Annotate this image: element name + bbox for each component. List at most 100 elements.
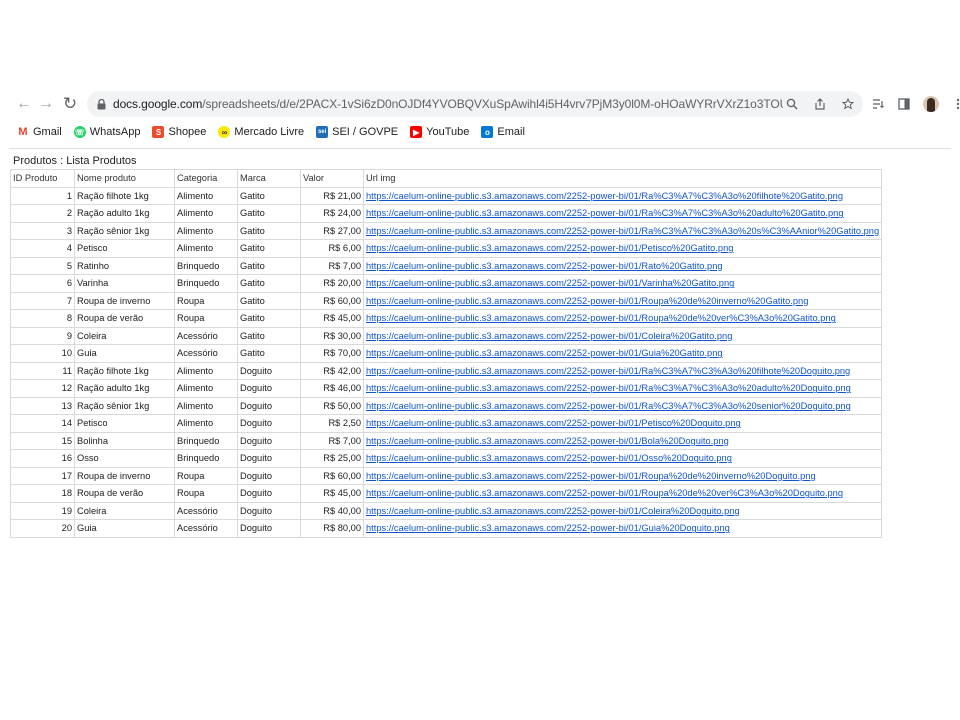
brand-cell: Doguito <box>237 519 301 538</box>
brand-cell: Doguito <box>237 379 301 398</box>
image-url-link[interactable]: https://caelum-online-public.s3.amazonaw… <box>366 348 723 358</box>
category-cell: Alimento <box>174 414 238 433</box>
name-cell: Petisco <box>74 414 175 433</box>
price-cell: R$ 21,00 <box>300 186 364 205</box>
brand-cell: Gatito <box>237 326 301 345</box>
image-url-cell[interactable]: https://caelum-online-public.s3.amazonaw… <box>362 379 883 398</box>
category-cell: Acessório <box>174 501 238 520</box>
image-url-link[interactable]: https://caelum-online-public.s3.amazonaw… <box>366 208 844 218</box>
name-cell: Coleira <box>74 326 175 345</box>
image-url-link[interactable]: https://caelum-online-public.s3.amazonaw… <box>366 296 808 306</box>
table-row: 8 Roupa de verão Roupa Gatito R$ 45,00 https:… <box>10 309 883 328</box>
category-cell: Acessório <box>174 326 238 345</box>
name-cell: Osso <box>74 449 175 468</box>
image-url-link[interactable]: https://caelum-online-public.s3.amazonaw… <box>366 278 734 288</box>
back-arrow-icon[interactable]: ← <box>13 93 35 115</box>
share-icon[interactable] <box>813 97 827 111</box>
forward-arrow-icon[interactable]: → <box>35 93 57 115</box>
image-url-cell[interactable]: https://caelum-online-public.s3.amazonaw… <box>362 361 883 380</box>
image-url-cell[interactable]: https://caelum-online-public.s3.amazonaw… <box>362 414 883 433</box>
bookmark-shopee[interactable]: S Shopee <box>152 126 206 138</box>
image-url-cell[interactable]: https://caelum-online-public.s3.amazonaw… <box>362 274 883 293</box>
bookmark-star-icon[interactable] <box>841 97 855 111</box>
image-url-link[interactable]: https://caelum-online-public.s3.amazonaw… <box>366 191 843 201</box>
bookmark-mercado-livre[interactable]: ∞ Mercado Livre <box>218 126 304 138</box>
name-cell: Roupa de verão <box>74 309 175 328</box>
price-cell: R$ 70,00 <box>300 344 364 363</box>
bookmarks-bar: M Gmail ☏ WhatsApp S Shopee ∞ Mercado Livre sei S… <box>9 120 951 144</box>
image-url-cell[interactable]: https://caelum-online-public.s3.amazonaw… <box>362 326 883 345</box>
category-cell: Alimento <box>174 379 238 398</box>
id-cell: 5 <box>10 256 75 275</box>
address-toolbar: ← → ↻ docs.google.com/spreadsheets/d/e/2… <box>9 88 960 120</box>
price-cell: R$ 45,00 <box>300 309 364 328</box>
image-url-link[interactable]: https://caelum-online-public.s3.amazonaw… <box>366 436 729 446</box>
image-url-cell[interactable]: https://caelum-online-public.s3.amazonaw… <box>362 396 883 415</box>
image-url-cell[interactable]: https://caelum-online-public.s3.amazonaw… <box>362 344 883 363</box>
image-url-link[interactable]: https://caelum-online-public.s3.amazonaw… <box>366 418 741 428</box>
lock-icon[interactable] <box>95 98 107 110</box>
table-row: 5 Ratinho Brinquedo Gatito R$ 7,00 https://ca… <box>10 256 883 275</box>
bookmark-gmail[interactable]: M Gmail <box>17 126 62 138</box>
gmail-icon: M <box>18 126 28 138</box>
table-row: 6 Varinha Brinquedo Gatito R$ 20,00 https://c… <box>10 274 883 293</box>
image-url-cell[interactable]: https://caelum-online-public.s3.amazonaw… <box>362 221 883 240</box>
image-url-link[interactable]: https://caelum-online-public.s3.amazonaw… <box>366 506 740 516</box>
image-url-link[interactable]: https://caelum-online-public.s3.amazonaw… <box>366 313 836 323</box>
image-url-cell[interactable]: https://caelum-online-public.s3.amazonaw… <box>362 239 883 258</box>
image-url-cell[interactable]: https://caelum-online-public.s3.amazonaw… <box>362 519 883 538</box>
image-url-cell[interactable]: https://caelum-online-public.s3.amazonaw… <box>362 466 883 485</box>
side-panel-icon[interactable] <box>897 97 911 111</box>
bookmark-youtube[interactable]: ▶ YouTube <box>410 126 469 138</box>
image-url-cell[interactable]: https://caelum-online-public.s3.amazonaw… <box>362 186 883 205</box>
image-url-cell[interactable]: https://caelum-online-public.s3.amazonaw… <box>362 484 883 503</box>
image-url-link[interactable]: https://caelum-online-public.s3.amazonaw… <box>366 366 850 376</box>
price-cell: R$ 25,00 <box>300 449 364 468</box>
profile-avatar[interactable] <box>923 96 939 112</box>
reading-list-icon[interactable] <box>871 97 885 111</box>
image-url-link[interactable]: https://caelum-online-public.s3.amazonaw… <box>366 523 730 533</box>
image-url-cell[interactable]: https://caelum-online-public.s3.amazonaw… <box>362 431 883 450</box>
brand-cell: Doguito <box>237 466 301 485</box>
image-url-link[interactable]: https://caelum-online-public.s3.amazonaw… <box>366 453 732 463</box>
image-url-cell[interactable]: https://caelum-online-public.s3.amazonaw… <box>362 309 883 328</box>
table-row: 1 Ração filhote 1kg Alimento Gatito R$ 21,00… <box>10 186 883 205</box>
image-url-link[interactable]: https://caelum-online-public.s3.amazonaw… <box>366 331 732 341</box>
bookmark-label: Gmail <box>33 126 62 138</box>
reload-icon[interactable]: ↻ <box>59 93 81 115</box>
image-url-link[interactable]: https://caelum-online-public.s3.amazonaw… <box>366 261 723 271</box>
bookmark-whatsapp[interactable]: ☏ WhatsApp <box>73 126 140 138</box>
image-url-link[interactable]: https://caelum-online-public.s3.amazonaw… <box>366 488 843 498</box>
address-bar[interactable]: docs.google.com/spreadsheets/d/e/2PACX-1… <box>87 91 863 117</box>
price-cell: R$ 20,00 <box>300 274 364 293</box>
menu-kebab-icon[interactable] <box>951 97 960 111</box>
category-cell: Acessório <box>174 344 238 363</box>
brand-cell: Doguito <box>237 414 301 433</box>
bookmark-label: SEI / GOVPE <box>332 126 399 138</box>
table-row: 4 Petisco Alimento Gatito R$ 6,00 https://cae… <box>10 239 883 258</box>
image-url-cell[interactable]: https://caelum-online-public.s3.amazonaw… <box>362 291 883 310</box>
image-url-link[interactable]: https://caelum-online-public.s3.amazonaw… <box>366 471 816 481</box>
image-url-link[interactable]: https://caelum-online-public.s3.amazonaw… <box>366 401 851 411</box>
bookmark-sei-govpe[interactable]: sei SEI / GOVPE <box>316 126 398 138</box>
table-row: 18 Roupa de verão Roupa Doguito R$ 45,00 http… <box>10 484 883 503</box>
id-cell: 15 <box>10 431 75 450</box>
image-url-cell[interactable]: https://caelum-online-public.s3.amazonaw… <box>362 204 883 223</box>
outlook-icon: o <box>481 126 494 138</box>
name-cell: Guia <box>74 344 175 363</box>
image-url-link[interactable]: https://caelum-online-public.s3.amazonaw… <box>366 383 851 393</box>
image-url-cell[interactable]: https://caelum-online-public.s3.amazonaw… <box>362 449 883 468</box>
brand-cell: Doguito <box>237 484 301 503</box>
image-url-cell[interactable]: https://caelum-online-public.s3.amazonaw… <box>362 501 883 520</box>
column-header: Categoria <box>174 169 238 188</box>
bookmark-label: YouTube <box>426 126 470 138</box>
id-cell: 19 <box>10 501 75 520</box>
image-url-cell[interactable]: https://caelum-online-public.s3.amazonaw… <box>362 256 883 275</box>
table-row: 9 Coleira Acessório Gatito R$ 30,00 https://c… <box>10 326 883 345</box>
image-url-link[interactable]: https://caelum-online-public.s3.amazonaw… <box>366 243 733 253</box>
bookmark-email[interactable]: o Email <box>481 126 525 138</box>
zoom-search-icon[interactable] <box>785 97 799 111</box>
url-text[interactable]: docs.google.com/spreadsheets/d/e/2PACX-1… <box>113 97 783 111</box>
image-url-link[interactable]: https://caelum-online-public.s3.amazonaw… <box>366 226 879 236</box>
id-cell: 6 <box>10 274 75 293</box>
